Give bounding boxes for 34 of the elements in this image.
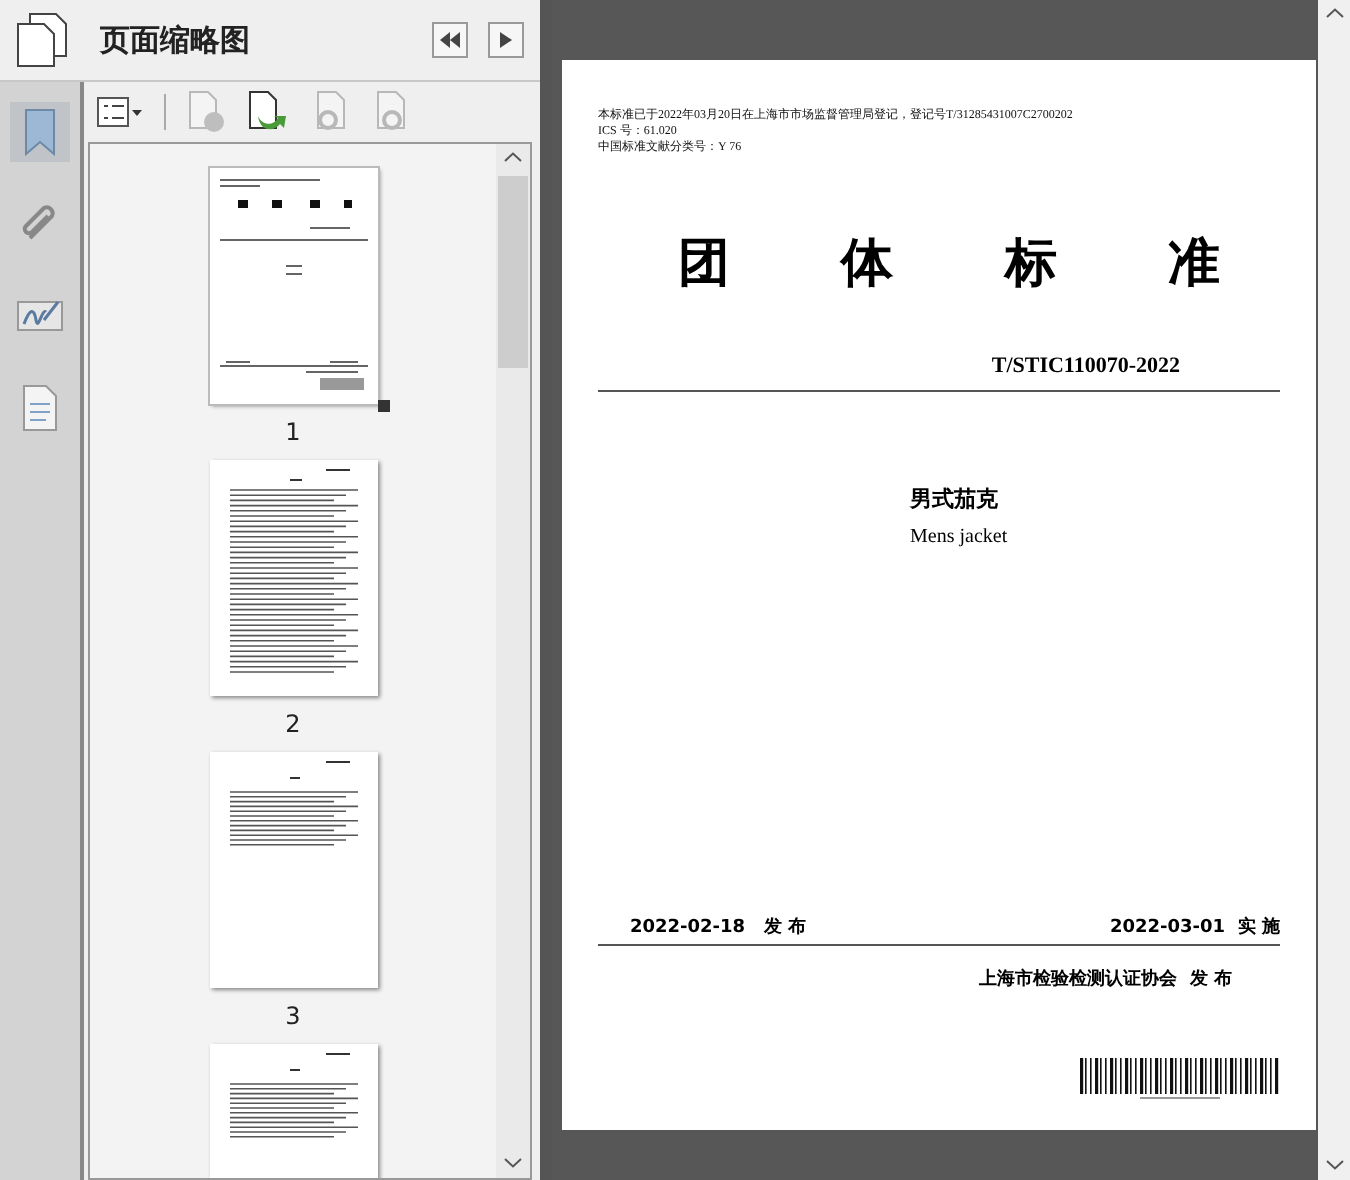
signature-icon — [16, 296, 64, 336]
page-thumbnail[interactable] — [209, 460, 377, 696]
page-thumbnail[interactable] — [209, 752, 377, 988]
effective-date: 2022-03-01 实 施 — [1110, 914, 1280, 940]
barcode-drawing — [319, 378, 363, 390]
expand-button[interactable] — [488, 22, 524, 58]
list-options-icon — [96, 96, 144, 128]
standard-title: 团 — [678, 232, 730, 298]
standard-title: 体 — [841, 232, 894, 298]
resize-handle[interactable] — [377, 400, 389, 412]
page-number: 1 — [285, 416, 301, 450]
toolbar-button[interactable] — [96, 96, 144, 128]
right-arrow-icon — [500, 32, 512, 48]
standard-title: 标 — [1004, 232, 1057, 298]
bookmark-icon — [22, 108, 58, 156]
pages-icon — [16, 12, 68, 68]
toolbar-button[interactable] — [246, 90, 290, 134]
standard-name-english: Mens jacket — [910, 526, 1010, 548]
publisher: 上海市检验检测认证协会 发 布 — [979, 970, 1232, 990]
page-number: 3 — [285, 1000, 301, 1034]
standard-name: 男式茄克 — [910, 485, 1000, 514]
page-number: 2 — [285, 708, 301, 742]
collapse-button[interactable] — [432, 22, 468, 58]
double-left-arrow-icon — [440, 32, 460, 48]
scroll-thumb[interactable] — [498, 176, 528, 368]
standard-code: T/STIC110070-2022 — [991, 354, 1180, 378]
standard-title: 准 — [1167, 232, 1220, 298]
page-insert-icon — [246, 90, 290, 134]
scrollbar[interactable] — [1318, 0, 1350, 1180]
scrollbar[interactable] — [496, 144, 530, 1178]
panel-title: 页面缩略图 — [97, 21, 252, 59]
issue-date: 2022-02-18 发 布 — [630, 915, 807, 940]
document-icon — [20, 384, 60, 432]
page-delete-icon — [186, 90, 226, 134]
